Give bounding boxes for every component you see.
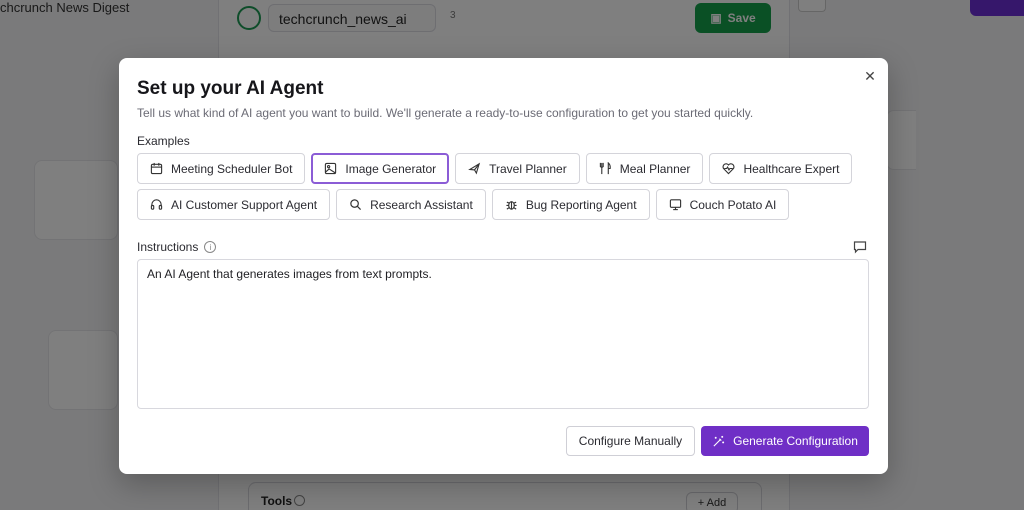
instructions-label: Instructions bbox=[137, 240, 199, 254]
monitor-icon bbox=[669, 199, 681, 211]
generate-configuration-button[interactable]: Generate Configuration bbox=[701, 426, 869, 456]
example-label: Bug Reporting Agent bbox=[525, 197, 637, 212]
example-couch-potato-ai[interactable]: Couch Potato AI bbox=[655, 189, 790, 220]
info-icon[interactable]: i bbox=[204, 241, 217, 253]
example-label: Couch Potato AI bbox=[689, 197, 777, 212]
instructions-textarea[interactable] bbox=[137, 259, 869, 409]
example-ai-customer-support-agent[interactable]: AI Customer Support Agent bbox=[137, 189, 331, 220]
instructions-label-wrap: Instructions i bbox=[137, 240, 217, 254]
examples-label: Examples bbox=[137, 134, 190, 148]
example-meeting-scheduler-bot[interactable]: Meeting Scheduler Bot bbox=[137, 153, 306, 184]
image-icon bbox=[325, 162, 337, 175]
calendar-icon bbox=[150, 162, 163, 175]
example-label: Healthcare Expert bbox=[743, 161, 840, 176]
heart-pulse-icon bbox=[722, 163, 735, 175]
example-healthcare-expert[interactable]: Healthcare Expert bbox=[709, 153, 853, 184]
search-icon bbox=[350, 199, 362, 211]
example-image-generator[interactable]: Image Generator bbox=[311, 153, 450, 184]
example-bug-reporting-agent[interactable]: Bug Reporting Agent bbox=[491, 189, 650, 220]
headset-icon bbox=[150, 199, 163, 210]
dialog-title: Set up your AI Agent bbox=[137, 78, 324, 99]
example-label: AI Customer Support Agent bbox=[171, 197, 318, 212]
chat-icon[interactable] bbox=[853, 240, 867, 254]
magic-wand-icon bbox=[713, 435, 725, 447]
example-research-assistant[interactable]: Research Assistant bbox=[336, 189, 486, 220]
close-icon[interactable]: ✕ bbox=[862, 68, 878, 84]
example-travel-planner[interactable]: Travel Planner bbox=[455, 153, 580, 184]
example-label: Travel Planner bbox=[489, 161, 567, 176]
examples-row: AI Customer Support Agent Research Assis… bbox=[137, 189, 790, 220]
dialog-subtitle: Tell us what kind of AI agent you want t… bbox=[137, 106, 754, 120]
example-meal-planner[interactable]: Meal Planner bbox=[585, 153, 704, 184]
example-label: Meal Planner bbox=[619, 161, 691, 176]
example-label: Meeting Scheduler Bot bbox=[171, 161, 293, 176]
examples-row: Meeting Scheduler Bot Image Generator Tr… bbox=[137, 153, 853, 184]
utensils-icon bbox=[599, 162, 611, 175]
example-label: Research Assistant bbox=[370, 197, 473, 212]
bug-icon bbox=[506, 201, 517, 210]
plane-icon bbox=[468, 162, 481, 175]
generate-label: Generate Configuration bbox=[733, 434, 858, 448]
configure-manually-button[interactable]: Configure Manually bbox=[566, 426, 695, 456]
setup-agent-dialog: Set up your AI Agent ✕ Tell us what kind… bbox=[119, 58, 888, 474]
example-label: Image Generator bbox=[345, 161, 437, 176]
